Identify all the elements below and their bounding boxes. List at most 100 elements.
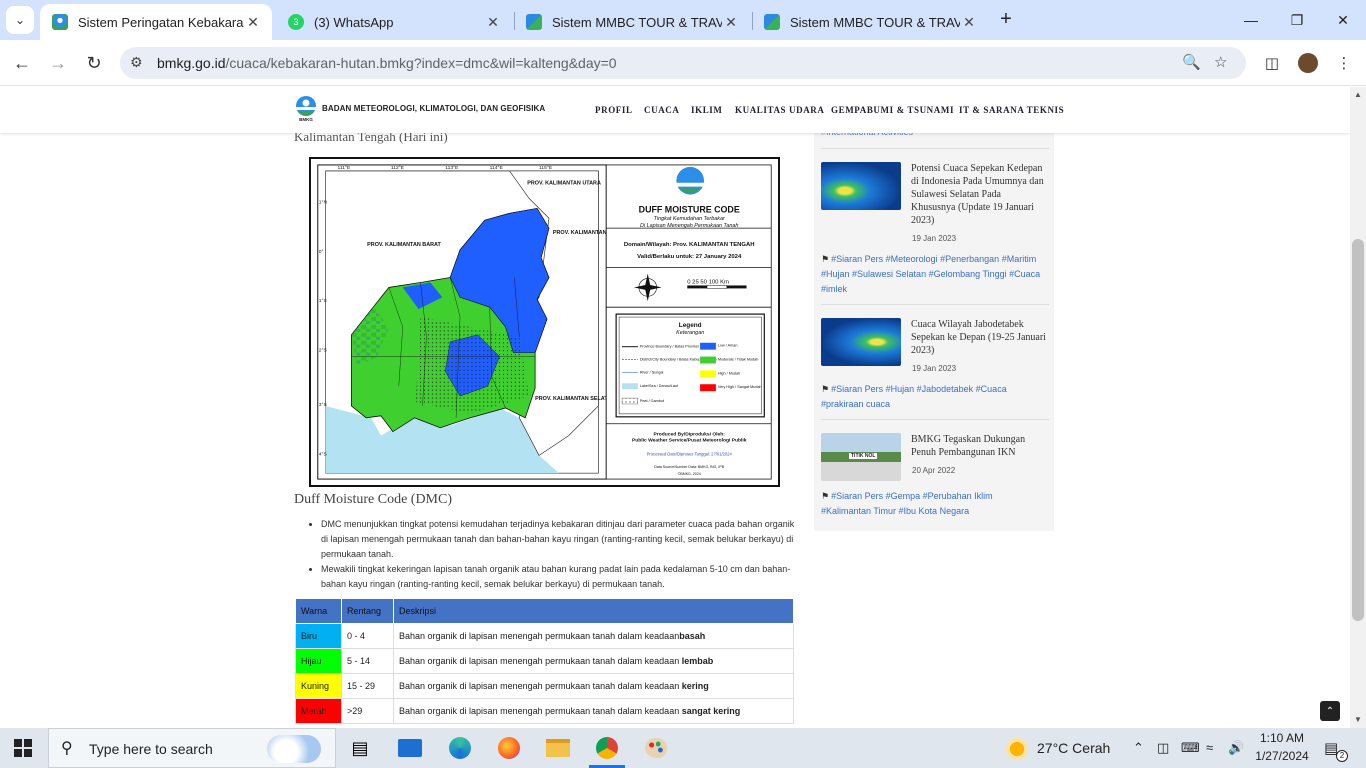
legend-item: High / Mudah <box>718 371 740 375</box>
whatsapp-icon: 3 <box>288 14 304 30</box>
tab-title: Sistem MMBC TOUR & TRAVEL <box>552 14 722 30</box>
new-tab-button[interactable]: + <box>994 8 1018 32</box>
url-bar[interactable]: ⚙ bmkg.go.id/cuaca/kebakaran-hutan.bmkg?… <box>120 47 1246 79</box>
legend-item: River / Sungai <box>640 370 664 374</box>
close-window-button[interactable]: ✕ <box>1320 0 1366 40</box>
taskbar-search-box[interactable]: ⚲ Type here to search <box>48 728 336 768</box>
lat-tick: 0° <box>319 249 324 255</box>
restore-button[interactable]: ❐ <box>1274 0 1320 40</box>
back-to-top-button[interactable]: ⌃ <box>1320 701 1340 721</box>
nav-iklim[interactable]: IKLIM <box>691 105 723 115</box>
weather-text[interactable]: 27°C Cerah <box>1037 740 1110 756</box>
close-icon[interactable]: ✕ <box>484 14 502 31</box>
table-header-row: Warna Rentang Deskripsi <box>295 598 794 624</box>
mail-icon[interactable] <box>396 734 424 762</box>
dmc-map[interactable]: 111°E 112°E 113°E 114°E 115°E 1°N 0° 1°S… <box>309 157 780 487</box>
news-title[interactable]: Potensi Cuaca Sepekan Kedepan di Indones… <box>911 162 1047 227</box>
side-panel-icon[interactable]: ◫ <box>1260 51 1284 75</box>
weather-sun-icon[interactable] <box>1006 738 1028 760</box>
bmkg-logo-icon[interactable]: BMKG <box>295 96 317 122</box>
volume-icon[interactable]: 🔊 <box>1228 740 1244 756</box>
news-sidebar: #International Activities Potensi Cuaca … <box>814 117 1054 531</box>
notification-badge: 2 <box>1336 750 1348 762</box>
nav-profil[interactable]: PROFIL <box>595 105 633 115</box>
url-text[interactable]: bmkg.go.id/cuaca/kebakaran-hutan.bmkg?in… <box>157 55 617 71</box>
page-scrollbar[interactable]: ▲ ▼ <box>1350 87 1366 728</box>
map-domain-line: Domain/Wilayah: Prov. KALIMANTAN TENGAH <box>624 242 755 248</box>
news-date: 19 Jan 2023 <box>912 364 957 373</box>
keyboard-icon[interactable]: ⌨ <box>1181 740 1200 756</box>
news-title[interactable]: BMKG Tegaskan Dukungan Penuh Pembangunan… <box>911 433 1047 459</box>
firefox-icon[interactable] <box>495 734 523 762</box>
cloud-icon[interactable] <box>267 735 321 763</box>
scroll-down-icon[interactable]: ▼ <box>1354 715 1362 724</box>
page-viewport: BMKG BADAN METEOROLOGI, KLIMATOLOGI, DAN… <box>0 87 1350 728</box>
description-text: Bahan organik di lapisan menengah permuk… <box>399 656 682 666</box>
tab-search-button[interactable]: ⌄ <box>6 6 34 34</box>
tags-text[interactable]: #Siaran Pers #Gempa #Perubahan Iklim #Ka… <box>821 491 993 516</box>
color-cell: Hijau <box>295 648 342 674</box>
menu-kebab-icon[interactable]: ⋮ <box>1332 51 1356 75</box>
tab-mmbc-1[interactable]: Sistem MMBC TOUR & TRAVEL ✕ <box>514 4 750 40</box>
nav-kualitas-udara[interactable]: KUALITAS UDARA <box>735 105 825 115</box>
nav-cuaca[interactable]: CUACA <box>644 105 680 115</box>
color-cell: Biru <box>295 623 342 649</box>
profile-avatar[interactable] <box>1296 51 1320 75</box>
clock-date[interactable]: 1/27/2024 <box>1252 749 1312 763</box>
forward-button[interactable]: → <box>44 49 72 77</box>
news-title[interactable]: Cuaca Wilayah Jabodetabek Sepekan ke Dep… <box>911 318 1047 357</box>
map-valid-line: Valid/Berlaku untuk: 27 January 2024 <box>637 254 742 260</box>
news-tags[interactable]: ⚑ #Siaran Pers #Gempa #Perubahan Iklim #K… <box>821 489 1041 519</box>
table-header: Warna <box>295 598 342 624</box>
device-icon[interactable]: ◫ <box>1157 740 1169 756</box>
bookmark-star-icon[interactable]: ☆ <box>1214 53 1227 71</box>
table-row: Hijau 5 - 14 Bahan organik di lapisan me… <box>295 648 794 674</box>
close-icon[interactable]: ✕ <box>244 14 262 31</box>
tab-title: (3) WhatsApp <box>314 14 394 30</box>
edge-icon[interactable] <box>446 734 474 762</box>
news-thumbnail[interactable] <box>821 318 901 366</box>
windows-start-icon[interactable] <box>14 739 32 757</box>
site-info-icon[interactable]: ⚙ <box>130 54 143 71</box>
file-explorer-icon[interactable] <box>544 734 572 762</box>
tray-chevron-icon[interactable]: ⌃ <box>1133 740 1144 756</box>
description-strong: lembab <box>681 656 714 666</box>
close-icon[interactable]: ✕ <box>722 14 740 31</box>
map-copyright: ©BMKG, 2024 <box>678 472 701 476</box>
chrome-icon[interactable] <box>593 734 621 762</box>
tab-title: Sistem Peringatan Kebakaran H <box>78 14 244 30</box>
task-view-icon[interactable]: ▤ <box>346 734 374 762</box>
news-thumbnail[interactable] <box>821 162 901 210</box>
tab-whatsapp[interactable]: 3 (3) WhatsApp ✕ <box>276 4 512 40</box>
tags-text[interactable]: #Siaran Pers #Meteorologi #Penerbangan #… <box>821 254 1040 294</box>
nav-gempabumi[interactable]: GEMPABUMI & TSUNAMI <box>831 105 954 115</box>
lon-tick: 114°E <box>490 165 504 171</box>
paint-icon[interactable] <box>642 734 670 762</box>
lat-tick: 4°S <box>319 451 328 457</box>
data-source: Data Source/Sumber Data: BMKG, BIG, IPB <box>654 465 724 469</box>
tab-mmbc-2[interactable]: Sistem MMBC TOUR & TRAVEL ✕ <box>752 4 988 40</box>
clock-time[interactable]: 1:10 AM <box>1257 731 1307 745</box>
close-icon[interactable]: ✕ <box>960 14 978 31</box>
processed-date: Processed Date/Diproses Tanggal: 27/01/2… <box>647 451 733 456</box>
nav-it-sarana[interactable]: IT & SARANA TEKNIS <box>959 105 1064 115</box>
zoom-icon[interactable]: 🔍 <box>1182 53 1201 71</box>
scroll-up-icon[interactable]: ▲ <box>1354 90 1362 99</box>
wifi-icon[interactable]: ≈ <box>1206 740 1213 755</box>
news-thumbnail[interactable]: TITIK NOL <box>821 433 901 481</box>
tags-text[interactable]: #Siaran Pers #Hujan #Jabodetabek #Cuaca … <box>821 384 1007 409</box>
tab-title: Sistem MMBC TOUR & TRAVEL <box>790 14 960 30</box>
reload-button[interactable]: ↻ <box>80 49 108 77</box>
windows-taskbar: ⚲ Type here to search ▤ 27°C Cerah ⌃ ◫ ⌨… <box>0 728 1366 768</box>
news-date: 20 Apr 2022 <box>912 466 956 475</box>
tab-active[interactable]: Sistem Peringatan Kebakaran H ✕ <box>40 4 272 40</box>
color-cell: Kuning <box>295 673 342 699</box>
back-button[interactable]: ← <box>8 49 36 77</box>
news-tags[interactable]: ⚑ #Siaran Pers #Hujan #Jabodetabek #Cuaca… <box>821 382 1041 412</box>
label-kalbar: PROV. KALIMANTAN BARAT <box>367 242 441 248</box>
minimize-button[interactable]: — <box>1228 0 1274 40</box>
news-tags[interactable]: ⚑ #Siaran Pers #Meteorologi #Penerbangan … <box>821 252 1041 297</box>
legend-title: Legend <box>679 322 702 329</box>
lon-tick: 113°E <box>445 165 459 171</box>
scrollbar-thumb[interactable] <box>1352 239 1364 621</box>
